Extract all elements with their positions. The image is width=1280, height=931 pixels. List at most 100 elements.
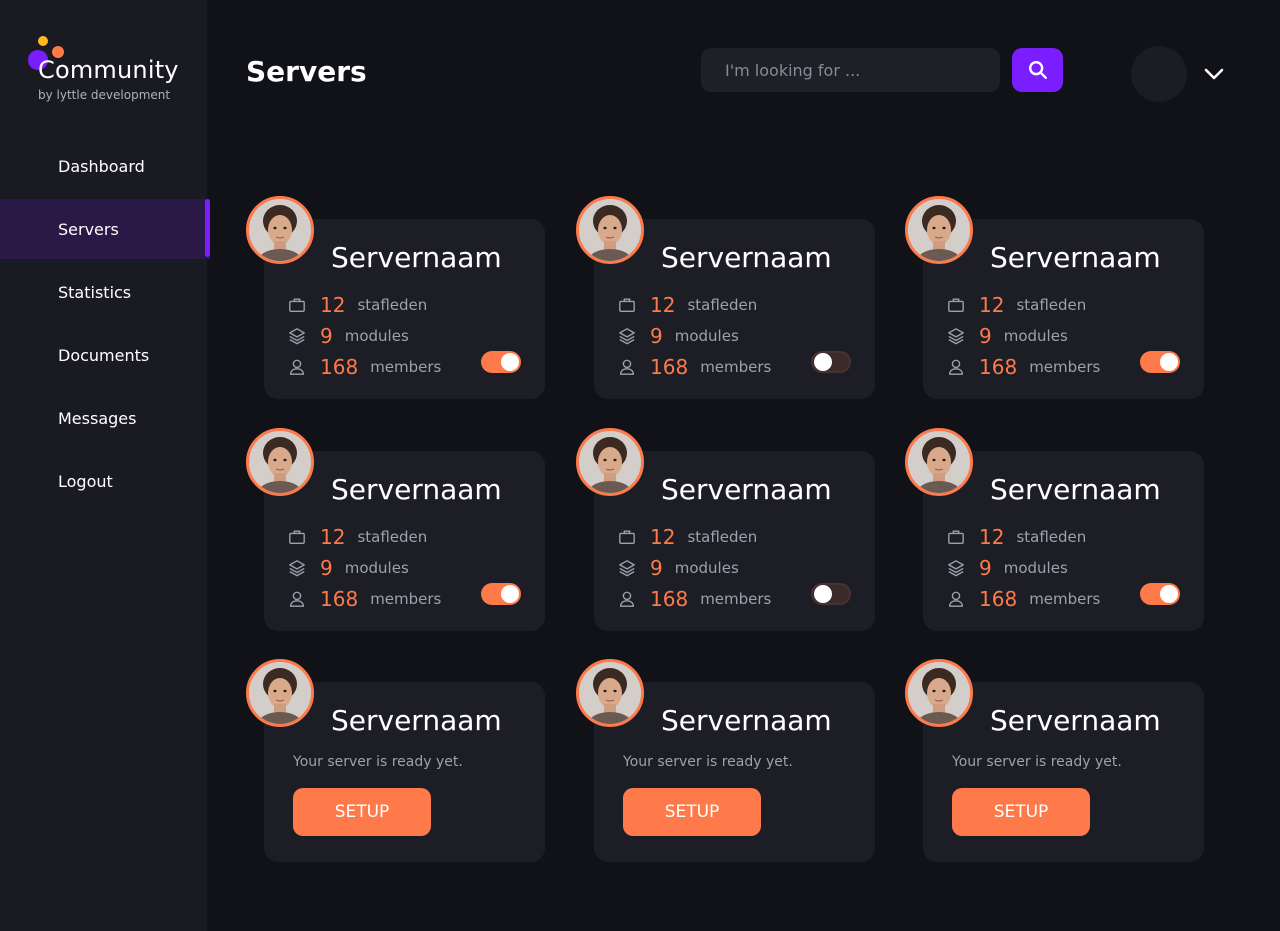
staff-count: 12 bbox=[979, 293, 1005, 317]
brand-name: Community bbox=[38, 56, 179, 84]
server-enabled-toggle[interactable] bbox=[481, 583, 521, 605]
sidebar-item-servers[interactable]: Servers bbox=[0, 199, 210, 259]
server-name: Servernaam bbox=[661, 241, 832, 274]
staff-stat: 12 stafleden bbox=[288, 293, 427, 317]
briefcase-icon bbox=[619, 530, 635, 544]
staff-label: stafleden bbox=[1016, 296, 1087, 314]
layers-icon bbox=[289, 328, 305, 345]
setup-button[interactable]: SETUP bbox=[293, 788, 431, 836]
staff-label: stafleden bbox=[687, 296, 758, 314]
server-name: Servernaam bbox=[331, 473, 502, 506]
toggle-knob bbox=[1160, 585, 1178, 603]
face-image bbox=[579, 199, 641, 261]
layers-icon bbox=[619, 328, 635, 345]
face-image bbox=[908, 662, 970, 724]
user-icon bbox=[949, 359, 963, 375]
face-image bbox=[249, 662, 311, 724]
server-avatar bbox=[905, 196, 973, 264]
server-avatar bbox=[576, 659, 644, 727]
server-enabled-toggle[interactable] bbox=[1140, 351, 1180, 373]
staff-count: 12 bbox=[320, 525, 346, 549]
members-count: 168 bbox=[320, 355, 359, 379]
search-icon bbox=[1028, 61, 1047, 79]
server-enabled-toggle[interactable] bbox=[811, 583, 851, 605]
toggle-knob bbox=[1160, 353, 1178, 371]
sidebar-nav: Dashboard Servers Statistics Documents M… bbox=[0, 136, 210, 514]
staff-stat: 12 stafleden bbox=[288, 525, 427, 549]
brand-logo[interactable]: Community by lyttle development bbox=[28, 36, 198, 106]
server-avatar bbox=[246, 428, 314, 496]
staff-stat: 12 stafleden bbox=[947, 293, 1086, 317]
sidebar-item-messages[interactable]: Messages bbox=[0, 388, 210, 448]
search-button[interactable] bbox=[1012, 48, 1063, 92]
sidebar-item-logout[interactable]: Logout bbox=[0, 451, 210, 511]
layers-icon bbox=[948, 560, 964, 577]
toggle-knob bbox=[501, 353, 519, 371]
modules-stat: 9 modules bbox=[288, 556, 409, 580]
briefcase-icon bbox=[948, 530, 964, 544]
server-name: Servernaam bbox=[990, 241, 1161, 274]
staff-label: stafleden bbox=[357, 528, 428, 546]
members-label: members bbox=[370, 590, 442, 608]
layers-icon bbox=[289, 560, 305, 577]
server-name: Servernaam bbox=[331, 704, 502, 737]
staff-count: 12 bbox=[979, 525, 1005, 549]
sidebar-item-documents[interactable]: Documents bbox=[0, 325, 210, 385]
toggle-knob bbox=[814, 353, 832, 371]
members-stat: 168 members bbox=[288, 355, 441, 379]
members-stat: 168 members bbox=[618, 587, 771, 611]
setup-button[interactable]: SETUP bbox=[623, 788, 761, 836]
staff-stat: 12 stafleden bbox=[618, 525, 757, 549]
staff-label: stafleden bbox=[1016, 528, 1087, 546]
server-name: Servernaam bbox=[331, 241, 502, 274]
members-count: 168 bbox=[320, 587, 359, 611]
avatar[interactable] bbox=[1131, 46, 1187, 102]
face-image bbox=[249, 199, 311, 261]
modules-stat: 9 modules bbox=[288, 324, 409, 348]
modules-label: modules bbox=[1003, 559, 1068, 577]
staff-stat: 12 stafleden bbox=[618, 293, 757, 317]
user-icon bbox=[290, 591, 304, 607]
server-avatar bbox=[576, 428, 644, 496]
staff-count: 12 bbox=[320, 293, 346, 317]
members-count: 168 bbox=[979, 355, 1018, 379]
server-status-text: Your server is ready yet. bbox=[952, 754, 1122, 770]
modules-label: modules bbox=[344, 559, 409, 577]
toggle-knob bbox=[814, 585, 832, 603]
members-label: members bbox=[1029, 590, 1101, 608]
server-avatar bbox=[905, 659, 973, 727]
modules-label: modules bbox=[674, 559, 739, 577]
modules-label: modules bbox=[344, 327, 409, 345]
modules-count: 9 bbox=[979, 324, 992, 348]
sidebar-item-statistics[interactable]: Statistics bbox=[0, 262, 210, 322]
members-label: members bbox=[1029, 358, 1101, 376]
members-count: 168 bbox=[650, 587, 689, 611]
chevron-down-icon[interactable] bbox=[1202, 62, 1226, 86]
search-input[interactable] bbox=[701, 48, 1000, 92]
server-status-text: Your server is ready yet. bbox=[623, 754, 793, 770]
briefcase-icon bbox=[289, 298, 305, 312]
briefcase-icon bbox=[289, 530, 305, 544]
page-title: Servers bbox=[246, 55, 367, 88]
server-enabled-toggle[interactable] bbox=[1140, 583, 1180, 605]
user-icon bbox=[290, 359, 304, 375]
server-name: Servernaam bbox=[661, 473, 832, 506]
sidebar-item-dashboard[interactable]: Dashboard bbox=[0, 136, 210, 196]
server-avatar bbox=[905, 428, 973, 496]
server-status-text: Your server is ready yet. bbox=[293, 754, 463, 770]
modules-stat: 9 modules bbox=[618, 556, 739, 580]
staff-stat: 12 stafleden bbox=[947, 525, 1086, 549]
staff-label: stafleden bbox=[357, 296, 428, 314]
setup-button[interactable]: SETUP bbox=[952, 788, 1090, 836]
user-icon bbox=[620, 359, 634, 375]
server-name: Servernaam bbox=[990, 704, 1161, 737]
server-enabled-toggle[interactable] bbox=[481, 351, 521, 373]
briefcase-icon bbox=[619, 298, 635, 312]
briefcase-icon bbox=[948, 298, 964, 312]
server-name: Servernaam bbox=[661, 704, 832, 737]
server-enabled-toggle[interactable] bbox=[811, 351, 851, 373]
modules-stat: 9 modules bbox=[618, 324, 739, 348]
brand-subtitle: by lyttle development bbox=[38, 88, 171, 102]
face-image bbox=[908, 431, 970, 493]
modules-stat: 9 modules bbox=[947, 324, 1068, 348]
